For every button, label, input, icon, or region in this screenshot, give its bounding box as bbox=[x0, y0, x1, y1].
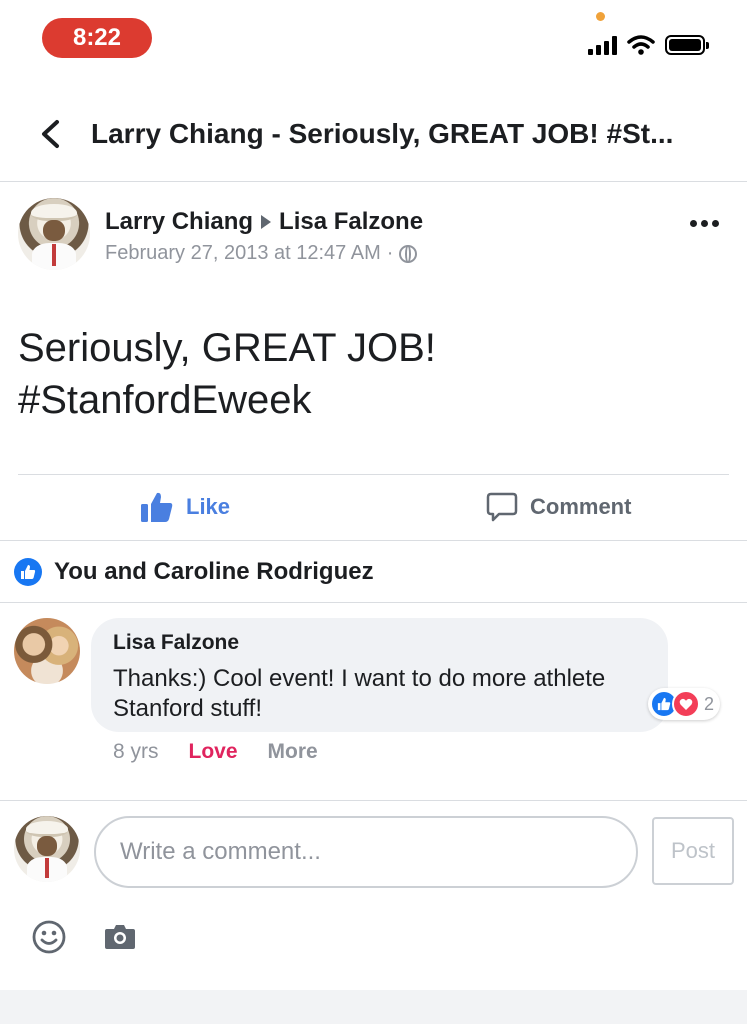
camera-indicator-dot bbox=[596, 12, 605, 21]
divider bbox=[0, 540, 747, 541]
author-name[interactable]: Larry Chiang bbox=[105, 208, 253, 236]
reactions-summary[interactable]: You and Caroline Rodriguez bbox=[14, 558, 374, 586]
recipient-name[interactable]: Lisa Falzone bbox=[279, 208, 423, 236]
reaction-count: 2 bbox=[704, 693, 715, 714]
nav-header: Larry Chiang - Seriously, GREAT JOB! #St… bbox=[0, 100, 747, 170]
divider bbox=[0, 800, 747, 801]
meta-separator: · bbox=[386, 242, 394, 264]
comment-author[interactable]: Lisa Falzone bbox=[113, 630, 646, 656]
current-user-avatar bbox=[14, 816, 80, 882]
page-title: Larry Chiang - Seriously, GREAT JOB! #St… bbox=[91, 118, 674, 149]
love-reaction-icon bbox=[672, 690, 700, 718]
emoji-icon[interactable] bbox=[32, 920, 66, 954]
post-button[interactable]: Post bbox=[652, 817, 734, 885]
back-button[interactable] bbox=[30, 114, 70, 154]
status-icons bbox=[588, 30, 709, 60]
post-author-line: Larry Chiang Lisa Falzone bbox=[105, 208, 423, 236]
cellular-signal-icon bbox=[588, 35, 617, 55]
divider bbox=[0, 602, 747, 603]
post-timestamp[interactable]: February 27, 2013 at 12:47 AM bbox=[105, 242, 381, 265]
back-chevron-icon bbox=[42, 120, 59, 148]
bottom-bar bbox=[0, 990, 747, 1024]
comment-input-placeholder: Write a comment... bbox=[120, 838, 321, 865]
status-time: 8:22 bbox=[42, 18, 152, 58]
wifi-icon bbox=[627, 35, 655, 55]
divider bbox=[18, 474, 729, 475]
battery-icon bbox=[665, 35, 709, 55]
like-reaction-icon bbox=[14, 558, 42, 586]
reactions-summary-text: You and Caroline Rodriguez bbox=[54, 558, 374, 585]
like-label: Like bbox=[186, 494, 231, 519]
post-text: Seriously, GREAT JOB! #StanfordEweek bbox=[18, 322, 718, 426]
comment-bubble: Lisa Falzone Thanks:) Cool event! I want… bbox=[91, 618, 668, 732]
like-icon bbox=[141, 492, 173, 522]
comment-text: Thanks:) Cool event! I want to do more a… bbox=[113, 665, 606, 722]
post-meta: February 27, 2013 at 12:47 AM · bbox=[105, 242, 418, 265]
to-arrow-icon bbox=[261, 215, 272, 229]
divider bbox=[0, 181, 747, 182]
love-button[interactable]: Love bbox=[189, 740, 238, 764]
post-text-line: Seriously, GREAT JOB! bbox=[18, 326, 436, 370]
more-icon[interactable] bbox=[690, 220, 719, 227]
comment-meta: 8 yrs Love More bbox=[113, 740, 318, 764]
author-avatar[interactable] bbox=[18, 198, 90, 270]
comment-reactions[interactable]: 2 bbox=[648, 688, 721, 720]
commenter-avatar[interactable] bbox=[14, 618, 80, 684]
camera-icon[interactable] bbox=[104, 922, 136, 950]
comment-age: 8 yrs bbox=[113, 740, 159, 763]
comment-icon bbox=[486, 492, 518, 522]
globe-icon bbox=[399, 244, 418, 263]
comment-label: Comment bbox=[530, 494, 632, 519]
like-button[interactable]: Like bbox=[140, 485, 230, 529]
more-button[interactable]: More bbox=[268, 740, 318, 764]
comment-input[interactable]: Write a comment... bbox=[94, 816, 638, 888]
comment-button[interactable]: Comment bbox=[486, 485, 631, 529]
post-hashtag[interactable]: #StanfordEweek bbox=[18, 374, 718, 426]
